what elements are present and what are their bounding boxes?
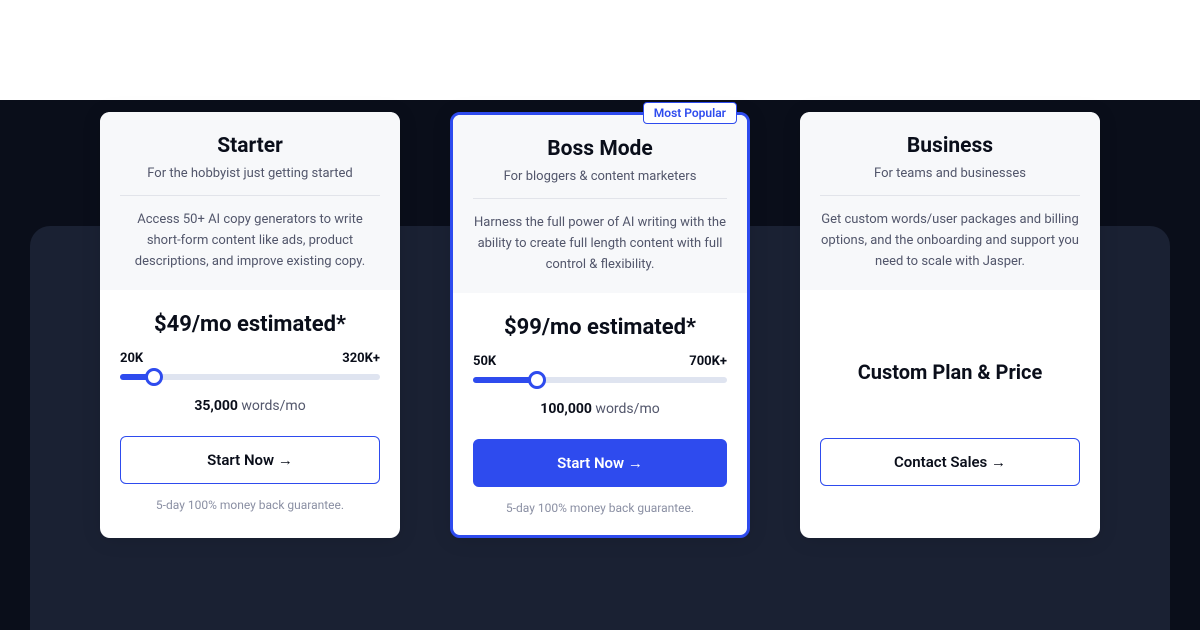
words-count: 35,000 [194, 398, 238, 414]
plan-card-business: Business For teams and businesses Get cu… [800, 112, 1100, 538]
words-per-month: 100,000 words/mo [473, 401, 727, 417]
words-unit: words/mo [241, 398, 305, 414]
custom-price-label: Custom Plan & Price [820, 360, 1080, 384]
card-body: $49/mo estimated* 20K 320K+ 35,000 words… [100, 290, 400, 532]
plan-title: Boss Mode [473, 137, 727, 161]
slider-max-label: 320K+ [342, 351, 380, 366]
card-body: $99/mo estimated* 50K 700K+ 100,000 word… [453, 293, 747, 535]
plan-description: Access 50+ AI copy generators to write s… [120, 196, 380, 272]
pricing-cards-row: Starter For the hobbyist just getting st… [0, 112, 1200, 538]
words-per-month: 35,000 words/mo [120, 398, 380, 414]
card-header: Boss Mode For bloggers & content markete… [453, 115, 747, 293]
plan-title: Starter [120, 134, 380, 158]
contact-sales-button[interactable]: Contact Sales → [820, 438, 1080, 486]
plan-description: Harness the full power of AI writing wit… [473, 199, 727, 275]
plan-card-boss-mode: Most Popular Boss Mode For bloggers & co… [450, 112, 750, 538]
slider-thumb[interactable] [528, 371, 546, 389]
plan-card-starter: Starter For the hobbyist just getting st… [100, 112, 400, 538]
words-count: 100,000 [540, 401, 592, 417]
plan-tagline: For the hobbyist just getting started [120, 166, 380, 196]
guarantee-text: 5-day 100% money back guarantee. [120, 498, 380, 512]
card-header: Business For teams and businesses Get cu… [800, 112, 1100, 290]
slider-range-labels: 20K 320K+ [120, 351, 380, 366]
plan-price: $49/mo estimated* [120, 312, 380, 337]
slider-max-label: 700K+ [689, 354, 727, 369]
words-slider[interactable] [473, 377, 727, 383]
slider-min-label: 20K [120, 351, 143, 366]
words-unit: words/mo [595, 401, 659, 417]
plan-description: Get custom words/user packages and billi… [820, 196, 1080, 272]
plan-tagline: For bloggers & content marketers [473, 169, 727, 199]
card-header: Starter For the hobbyist just getting st… [100, 112, 400, 290]
plan-price: $99/mo estimated* [473, 315, 727, 340]
words-slider[interactable] [120, 374, 380, 380]
slider-thumb[interactable] [145, 368, 163, 386]
start-now-button[interactable]: Start Now → [473, 439, 727, 487]
slider-min-label: 50K [473, 354, 496, 369]
start-now-button[interactable]: Start Now → [120, 436, 380, 484]
card-body: Custom Plan & Price Contact Sales → [800, 290, 1100, 520]
guarantee-text: 5-day 100% money back guarantee. [473, 501, 727, 515]
slider-range-labels: 50K 700K+ [473, 354, 727, 369]
plan-title: Business [820, 134, 1080, 158]
most-popular-badge: Most Popular [643, 102, 737, 124]
plan-tagline: For teams and businesses [820, 166, 1080, 196]
